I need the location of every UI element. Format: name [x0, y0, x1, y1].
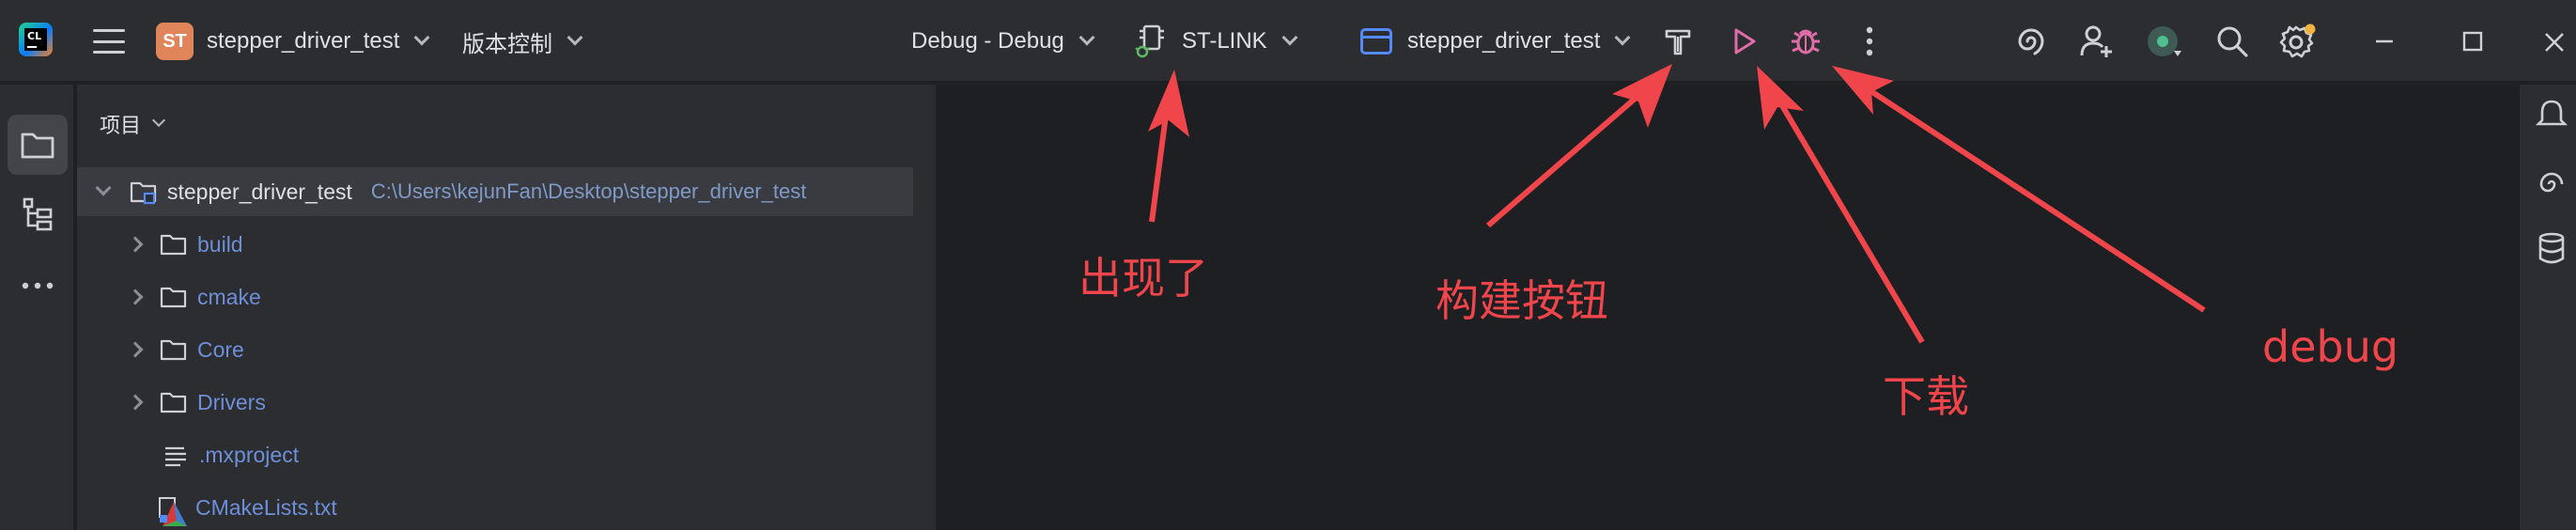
debug-button[interactable] [1785, 21, 1826, 62]
tree-root-row[interactable]: stepper_driver_test C:\Users\kejunFan\De… [77, 167, 913, 216]
add-user-icon [2080, 25, 2112, 57]
run-target-label: stepper_driver_test [1407, 28, 1601, 54]
build-config-selector[interactable]: Debug - Debug [911, 0, 1095, 83]
root-project-name: stepper_driver_test [167, 179, 352, 204]
tree-row-drivers[interactable]: Drivers [77, 378, 913, 427]
tree-row-build[interactable]: build [77, 220, 913, 269]
text-file-icon [162, 444, 190, 467]
settings-gear-icon [2279, 23, 2316, 58]
annotation-build-button: 构建按钮 [1435, 275, 1608, 326]
chevron-right-icon[interactable] [127, 341, 144, 358]
search-button[interactable] [2211, 21, 2253, 62]
ai-assistant-button[interactable] [2010, 21, 2052, 62]
notifications-button[interactable] [2531, 94, 2572, 135]
chevron-down-icon [566, 29, 583, 46]
run-play-icon [1734, 28, 1756, 55]
app-logo-text: CL [27, 30, 42, 42]
build-config-label: Debug - Debug [911, 28, 1064, 54]
maximize-icon [2462, 31, 2483, 52]
debugger-label: ST-LINK [1182, 28, 1267, 54]
structure-tool-button[interactable] [8, 184, 68, 244]
structure-icon [23, 197, 53, 231]
folder-icon [160, 391, 188, 413]
editor-area [939, 85, 2518, 530]
status-widget[interactable] [2144, 21, 2185, 62]
tree-item-label: Drivers [197, 389, 266, 414]
chevron-down-icon[interactable] [95, 179, 112, 196]
chip-icon [1135, 23, 1169, 60]
minimize-button[interactable] [2364, 21, 2405, 62]
add-user-button[interactable] [2076, 21, 2118, 62]
more-tools-button[interactable] [8, 256, 68, 316]
bell-icon [2536, 100, 2568, 126]
tree-row-mxproject[interactable]: .mxproject [77, 430, 913, 479]
left-tool-stripe [0, 85, 75, 530]
status-dot-icon [2148, 26, 2181, 56]
tree-row-cmake[interactable]: cmake [77, 273, 913, 321]
project-name: stepper_driver_test [207, 28, 400, 54]
folder-icon [21, 132, 54, 159]
annotation-download: 下载 [1883, 371, 1969, 422]
panel-title: 项目 [100, 114, 142, 137]
run-button[interactable] [1723, 21, 1764, 62]
vcs-menu[interactable]: 版本控制 [462, 0, 583, 83]
settings-button[interactable] [2277, 21, 2319, 62]
ai-spiral-icon [2539, 172, 2564, 193]
search-icon [2217, 26, 2248, 57]
right-tool-stripe [2518, 85, 2576, 530]
project-switcher[interactable]: ST stepper_driver_test [156, 0, 430, 83]
more-horizontal-icon [22, 282, 54, 289]
hamburger-menu-icon [93, 29, 125, 54]
annotation-debug: debug [2262, 321, 2399, 372]
run-target-selector[interactable]: stepper_driver_test [1360, 0, 1631, 83]
vcs-label: 版本控制 [462, 31, 552, 57]
tree-item-label: cmake [197, 284, 261, 309]
chevron-right-icon[interactable] [127, 288, 144, 305]
database-button[interactable] [2531, 227, 2572, 269]
project-panel: 项目 stepper_driver_test C:\Users\kejunFan… [77, 85, 938, 530]
app-logo[interactable]: CL [19, 23, 53, 56]
chevron-down-icon [151, 113, 166, 128]
debugger-selector[interactable]: ST-LINK [1135, 0, 1298, 83]
tree-item-label: CMakeLists.txt [195, 494, 337, 520]
ai-assistant-side-button[interactable] [2531, 164, 2572, 205]
tree-item-label: build [197, 231, 243, 257]
chevron-down-icon [1614, 29, 1631, 46]
chevron-down-icon [1281, 29, 1298, 46]
minimize-icon [2376, 39, 2393, 43]
build-hammer-icon [1665, 29, 1691, 55]
more-vertical-icon [1866, 26, 1873, 56]
database-icon [2538, 232, 2565, 264]
module-folder-icon [130, 180, 158, 205]
folder-icon [160, 338, 188, 361]
tree-row-cmakelists[interactable]: CMakeLists.txt [77, 483, 913, 530]
maximize-button[interactable] [2452, 21, 2493, 62]
annotation-appeared: 出现了 [1079, 253, 1208, 304]
tree-item-label: .mxproject [199, 442, 300, 467]
more-actions-button[interactable] [1849, 21, 1890, 62]
folder-icon [160, 233, 188, 256]
close-button[interactable] [2533, 21, 2574, 62]
ai-spiral-icon [2018, 28, 2044, 55]
main-menu-button[interactable] [90, 0, 128, 83]
cmake-file-icon [158, 496, 187, 526]
chevron-down-icon [413, 29, 430, 46]
close-icon [2545, 33, 2564, 52]
project-panel-header[interactable]: 项目 [100, 109, 166, 139]
debug-bug-icon [1792, 29, 1820, 55]
chevron-right-icon[interactable] [127, 394, 144, 411]
window-icon [1360, 28, 1392, 55]
chevron-down-icon [1079, 29, 1095, 46]
build-button[interactable] [1657, 21, 1699, 62]
chevron-right-icon[interactable] [127, 236, 144, 253]
folder-icon [160, 286, 188, 308]
title-bar: CL ST stepper_driver_test 版本控制 Debug - D… [0, 0, 2576, 83]
root-project-path: C:\Users\kejunFan\Desktop\stepper_driver… [370, 179, 807, 203]
tree-row-core[interactable]: Core [77, 325, 913, 374]
project-tool-button[interactable] [8, 115, 68, 175]
project-badge: ST [156, 23, 194, 60]
tree-item-label: Core [197, 336, 244, 362]
